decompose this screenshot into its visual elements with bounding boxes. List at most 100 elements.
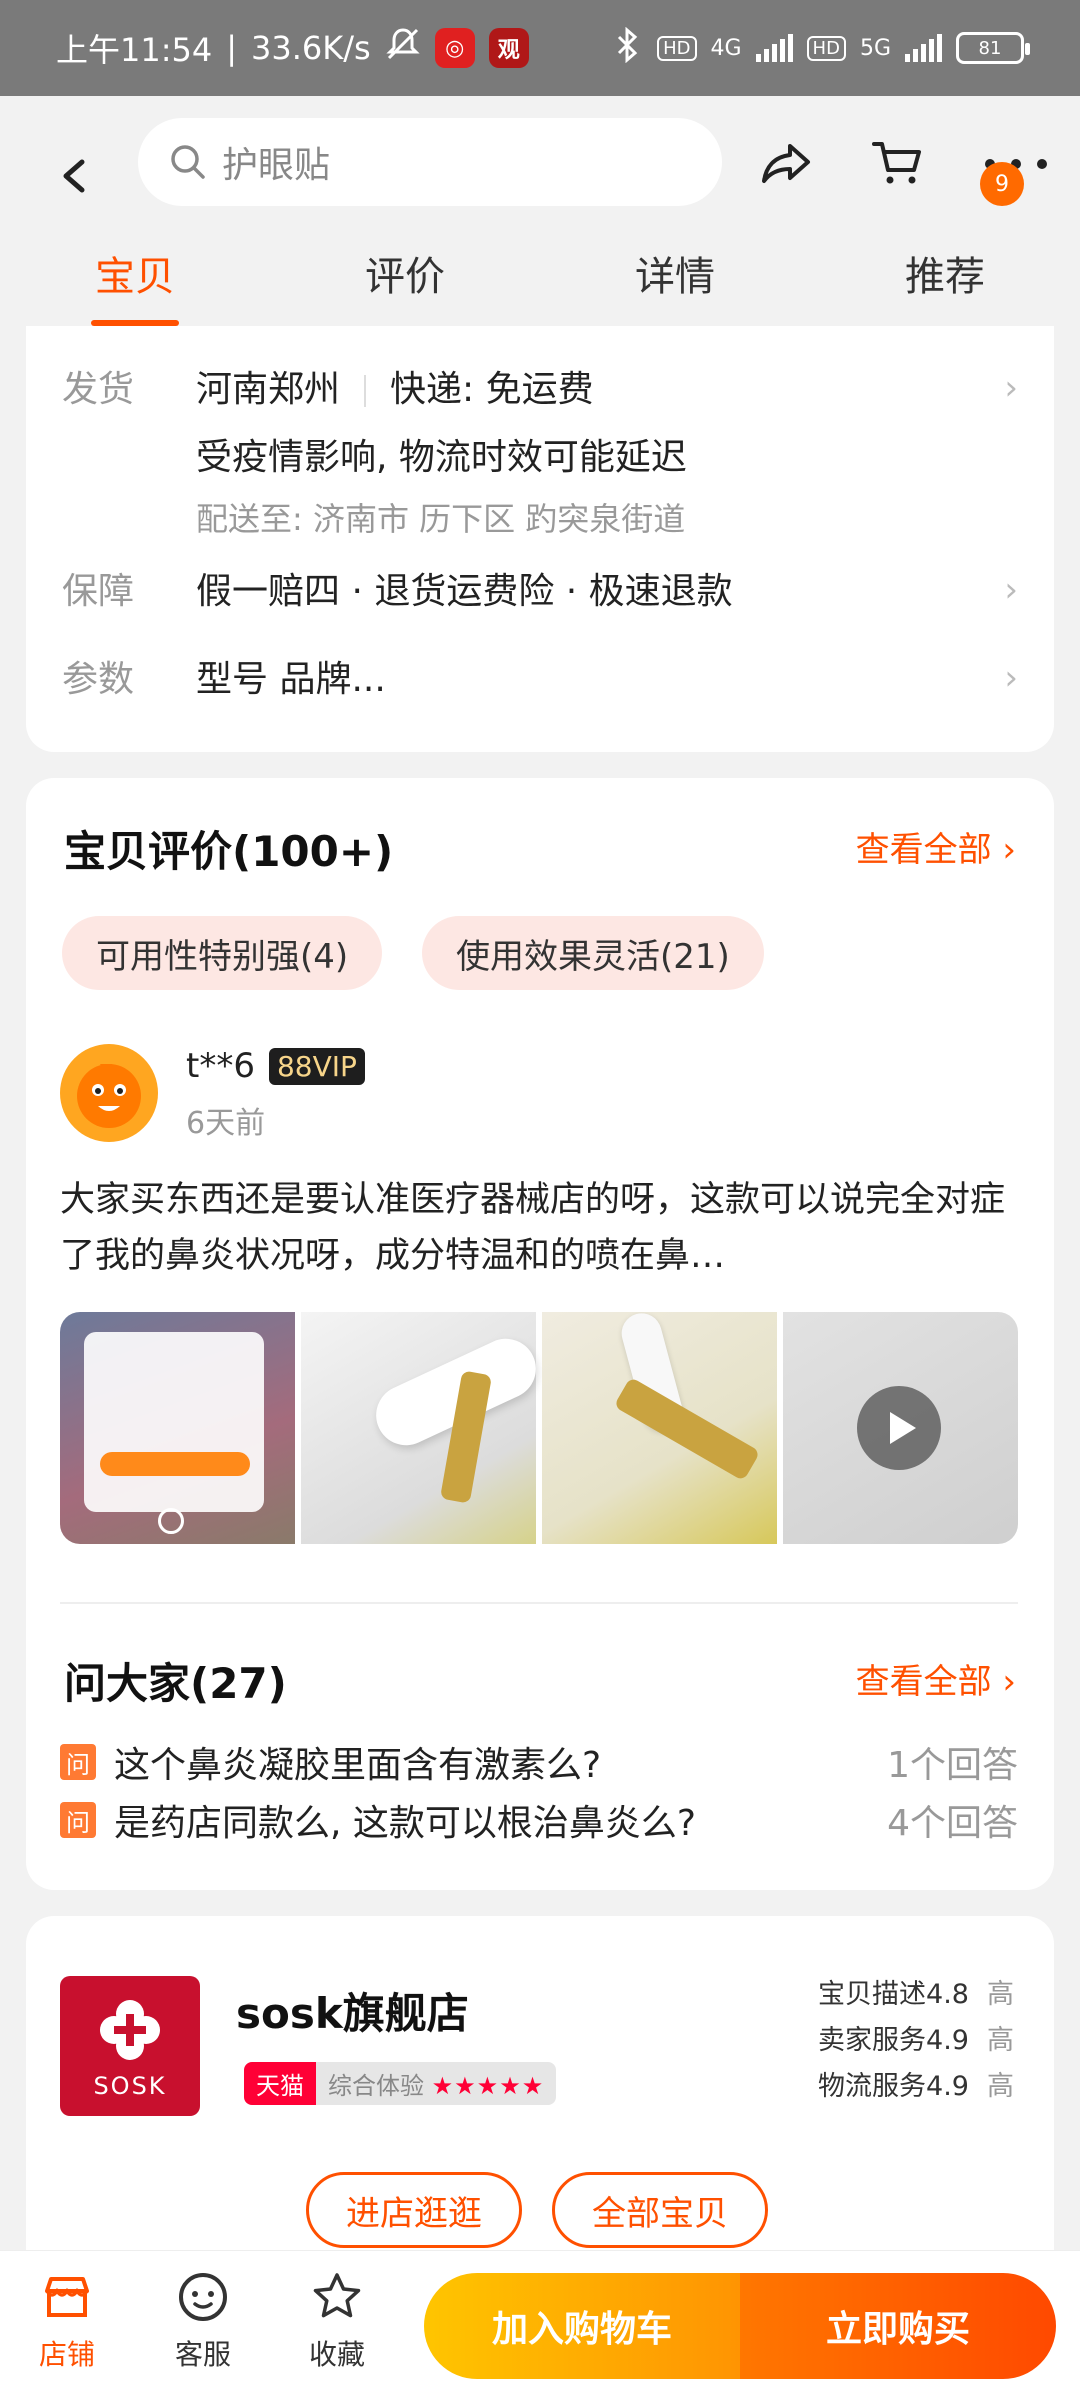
review-text[interactable]: 大家买东西还是要认准医疗器械店的呀，这款可以说完全对症了我的鼻炎状况呀，成分特温…	[60, 1172, 1018, 1284]
shop-logo-icon	[100, 2000, 160, 2060]
shop-button[interactable]: 店铺	[22, 2269, 112, 2373]
hd-badge-2: HD	[806, 35, 846, 61]
battery-icon: 81	[956, 32, 1030, 64]
review-image[interactable]	[301, 1312, 546, 1544]
enter-store-button[interactable]: 进店逛逛	[306, 2172, 522, 2248]
answer-count: 1个回答	[887, 1745, 1018, 1786]
close-icon	[158, 1508, 184, 1534]
tmall-badge: 天猫	[244, 2062, 316, 2105]
rating-label: 宝贝描述4.8	[818, 1979, 969, 2010]
mute-icon	[385, 26, 421, 70]
search-icon	[171, 145, 205, 179]
shop-ratings: 宝贝描述4.8 高 卖家服务4.9 高 物流服务4.9 高	[818, 1972, 1014, 2110]
review-video[interactable]	[783, 1312, 1018, 1544]
see-all-label: 查看全部	[855, 830, 992, 870]
shipping-label: 发货	[62, 369, 135, 410]
shipping-row[interactable]: 发货 河南郑州 快递: 免运费 受疫情影响, 物流时效可能延迟 配送至: 济南市 …	[62, 360, 1018, 540]
watermark: 知乎 @超爱辣条	[822, 2376, 1042, 2400]
params-row[interactable]: 参数 型号 品牌... ›	[62, 650, 1018, 702]
reviews-see-all[interactable]: 查看全部 ›	[856, 822, 1016, 871]
status-separator: |	[226, 29, 238, 67]
play-icon[interactable]	[857, 1386, 941, 1470]
shop-icon	[45, 2277, 89, 2317]
qa-item[interactable]: 问 这个鼻炎凝胶里面含有激素么? 1个回答	[60, 1736, 1018, 1788]
review-user: t**6 88VIP	[186, 1046, 365, 1086]
more-button[interactable]: 9	[980, 132, 1052, 206]
divider	[364, 375, 367, 407]
params-value: 型号 品牌...	[196, 659, 386, 700]
chat-smiley-icon	[179, 2273, 227, 2321]
star-icon	[313, 2273, 361, 2318]
chevron-right-icon: ›	[1004, 368, 1018, 408]
review-images	[60, 1312, 1018, 1544]
guarantee-value: 假一赔四 · 退货运费险 · 极速退款	[196, 571, 733, 612]
chevron-right-icon: ›	[1002, 830, 1016, 870]
all-items-button[interactable]: 全部宝贝	[552, 2172, 768, 2248]
delivery-card: 发货 河南郑州 快递: 免运费 受疫情影响, 物流时效可能延迟 配送至: 济南市 …	[26, 326, 1054, 752]
service-label: 客服	[174, 2338, 231, 2371]
message-badge: 9	[980, 162, 1024, 206]
tab-bar: 宝贝 评价 详情 推荐	[0, 236, 1080, 316]
rating-row: 卖家服务4.9 高	[818, 2018, 1014, 2064]
see-all-label: 查看全部	[855, 1662, 992, 1702]
rating-level: 高	[987, 1979, 1014, 2010]
share-button[interactable]	[758, 132, 818, 192]
shop-logo-text: SOSK	[93, 2072, 167, 2100]
status-time: 上午11:54	[56, 31, 213, 69]
cart-button[interactable]	[868, 132, 928, 192]
network-label: 4G	[710, 35, 742, 61]
favorite-label: 收藏	[308, 2338, 365, 2371]
review-image[interactable]	[60, 1312, 295, 1544]
avatar	[60, 1044, 158, 1142]
ship-from: 河南郑州	[196, 369, 341, 410]
guarantee-row[interactable]: 保障 假一赔四 · 退货运费险 · 极速退款 ›	[62, 562, 1018, 614]
news-app-icon: 观	[488, 28, 529, 68]
reviews-card: 宝贝评价(100+) 查看全部 › 可用性特别强(4) 使用效果灵活(21) t…	[26, 778, 1054, 1890]
back-button[interactable]	[52, 142, 92, 210]
experience-label: 综合体验	[328, 2072, 424, 2100]
buy-now-button[interactable]: 立即购买	[740, 2273, 1056, 2379]
rating-row: 物流服务4.9 高	[818, 2064, 1014, 2110]
deliver-to: 配送至: 济南市 历下区 趵突泉街道	[196, 500, 686, 538]
search-placeholder: 护眼贴	[222, 145, 331, 186]
tab-details[interactable]: 详情	[540, 236, 810, 316]
shop-name[interactable]: sosk旗舰店	[236, 1980, 469, 2041]
cart-icon	[872, 142, 921, 184]
search-bar[interactable]: 护眼贴	[138, 118, 722, 206]
vip-badge: 88VIP	[268, 1047, 365, 1085]
qa-item[interactable]: 问 是药店同款么, 这款可以根治鼻炎么? 4个回答	[60, 1794, 1018, 1846]
shipping-notice: 受疫情影响, 物流时效可能延迟	[196, 437, 687, 478]
answer-count: 4个回答	[887, 1803, 1018, 1844]
back-arrow-icon	[63, 159, 85, 193]
tab-reviews[interactable]: 评价	[270, 236, 540, 316]
hd-badge: HD	[657, 35, 697, 61]
product-header: 护眼贴 9 宝贝 评价 详情 推荐	[0, 96, 1080, 326]
status-speed: 33.6K/s	[251, 29, 371, 67]
shop-badges: 天猫 综合体验 ★★★★★	[244, 2062, 557, 2105]
favorite-button[interactable]: 收藏	[292, 2269, 382, 2373]
guarantee-label: 保障	[62, 571, 135, 612]
qa-see-all[interactable]: 查看全部 ›	[856, 1654, 1016, 1703]
signal-icon	[755, 34, 793, 62]
tab-product[interactable]: 宝贝	[0, 236, 270, 316]
shop-logo[interactable]: SOSK	[60, 1976, 200, 2116]
section-divider	[60, 1602, 1018, 1604]
rating-label: 物流服务4.9	[818, 2071, 969, 2102]
add-to-cart-button[interactable]: 加入购物车	[424, 2273, 740, 2379]
rating-row: 宝贝描述4.8 高	[818, 1972, 1014, 2018]
rating-level: 高	[987, 2071, 1014, 2102]
network-label-2: 5G	[859, 35, 891, 61]
shop-label: 店铺	[38, 2338, 95, 2371]
review-image[interactable]	[542, 1312, 777, 1544]
reviews-title: 宝贝评价(100+)	[64, 827, 394, 876]
share-icon	[762, 144, 810, 183]
rating-level: 高	[987, 2025, 1014, 2056]
review-tag[interactable]: 可用性特别强(4)	[62, 916, 383, 990]
reviewer-name: t**6	[186, 1046, 255, 1086]
review-tag[interactable]: 使用效果灵活(21)	[422, 916, 764, 990]
bluetooth-icon	[613, 26, 643, 69]
tab-recommend[interactable]: 推荐	[810, 236, 1080, 316]
chevron-right-icon: ›	[1004, 570, 1018, 610]
review-time: 6天前	[186, 1106, 266, 1141]
customer-service-button[interactable]: 客服	[158, 2269, 248, 2373]
